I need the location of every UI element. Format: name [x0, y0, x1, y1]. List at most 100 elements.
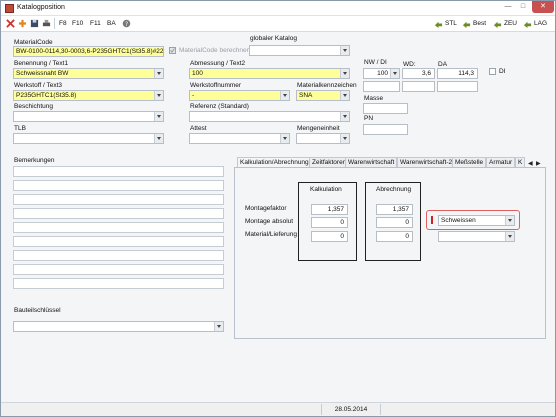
wd-extra-field[interactable]	[402, 81, 435, 92]
lag-arrow-icon	[523, 21, 532, 28]
werkstoff-label: Werkstoff / Text3	[14, 82, 63, 89]
material-lieferung-abrechnung-field[interactable]: 0	[376, 231, 413, 242]
bemerkungen-line[interactable]	[13, 250, 224, 261]
chevron-down-icon[interactable]	[340, 46, 349, 55]
f11-button[interactable]: F11	[90, 20, 101, 27]
chevron-down-icon[interactable]	[280, 91, 289, 100]
materialkennzeichen-select[interactable]: SNA	[296, 90, 350, 101]
chevron-down-icon[interactable]	[154, 69, 163, 78]
montagefaktor-abrechnung-field[interactable]: 1,357	[376, 204, 413, 215]
da-field[interactable]: 114,3	[437, 68, 478, 79]
window-title: Katalogposition	[17, 4, 65, 11]
globaler-katalog-select[interactable]	[249, 45, 350, 56]
werkstoff-select[interactable]: P235GHTC1(St35.8)	[13, 90, 164, 101]
benennung-value: Schweissnaht BW	[16, 70, 69, 77]
chevron-down-icon[interactable]	[340, 134, 349, 143]
chevron-down-icon[interactable]	[505, 232, 514, 241]
pn-label: PN	[364, 115, 374, 122]
stl-button[interactable]: STL	[445, 20, 457, 27]
tlb-select[interactable]	[13, 133, 164, 144]
benennung-select[interactable]: Schweissnaht BW	[13, 68, 164, 79]
werkstoffnummer-value: -	[192, 92, 195, 99]
chevron-down-icon[interactable]	[340, 91, 349, 100]
globaler-katalog-label: globaler Katalog	[250, 35, 297, 42]
kalkulation-title: Kalkulation	[310, 186, 342, 193]
nw-di-select[interactable]: 100	[363, 68, 400, 79]
minimize-button[interactable]: —	[501, 1, 515, 13]
montagefaktor-kalkulation-field[interactable]: 1,357	[311, 204, 348, 215]
material-lieferung-kalkulation-field[interactable]: 0	[311, 231, 348, 242]
best-button[interactable]: Best	[473, 20, 486, 27]
materialcode-label: MaterialCode	[14, 39, 53, 46]
di-checkbox[interactable]	[489, 68, 496, 75]
bemerkungen-line[interactable]	[13, 166, 224, 177]
title-bar: Katalogposition — □ ✕	[1, 1, 555, 16]
status-bar: 28.05.2014	[1, 402, 555, 416]
bemerkungen-line[interactable]	[13, 236, 224, 247]
chevron-down-icon[interactable]	[505, 216, 514, 225]
nw-di-extra-field[interactable]	[363, 81, 400, 92]
chevron-down-icon[interactable]	[154, 134, 163, 143]
save-icon[interactable]	[30, 19, 39, 28]
werkstoffnummer-label: Werkstoffnummer	[190, 82, 242, 89]
bauteilschluessel-label: Bauteilschlüssel	[14, 307, 61, 314]
chevron-down-icon[interactable]	[390, 69, 399, 78]
attest-select[interactable]	[189, 133, 290, 144]
lag-button[interactable]: LAG	[534, 20, 547, 27]
wd-field[interactable]: 3,6	[402, 68, 435, 79]
secondary-select[interactable]	[438, 231, 515, 242]
bemerkungen-line[interactable]	[13, 278, 224, 289]
f8-button[interactable]: F8	[59, 20, 67, 27]
ba-button[interactable]: BA	[107, 20, 116, 27]
werkstoff-value: P235GHTC1(St35.8)	[16, 92, 77, 99]
warning-mark-icon	[431, 216, 433, 224]
add-icon[interactable]	[18, 19, 27, 28]
masse-field[interactable]	[363, 103, 408, 114]
nw-di-label: NW / DI	[364, 59, 387, 66]
chevron-down-icon[interactable]	[280, 134, 289, 143]
tab-scroll-left-icon[interactable]: ◀	[528, 160, 533, 167]
bemerkungen-line[interactable]	[13, 180, 224, 191]
print-icon[interactable]	[42, 19, 51, 28]
bemerkungen-line[interactable]	[13, 208, 224, 219]
tab-scroll-right-icon[interactable]: ▶	[536, 160, 541, 167]
app-icon	[5, 4, 14, 13]
check-icon	[170, 48, 175, 53]
abmessung-select[interactable]: 100	[189, 68, 350, 79]
bemerkungen-line[interactable]	[13, 222, 224, 233]
chevron-down-icon[interactable]	[340, 69, 349, 78]
chevron-down-icon[interactable]	[340, 112, 349, 121]
beschichtung-label: Beschichtung	[14, 103, 54, 110]
bemerkungen-line[interactable]	[13, 194, 224, 205]
werkstoffnummer-select[interactable]: -	[189, 90, 290, 101]
materialcode-berechnen-checkbox[interactable]	[169, 47, 176, 54]
stl-arrow-icon	[434, 21, 443, 28]
chevron-down-icon[interactable]	[154, 91, 163, 100]
maximize-button[interactable]: □	[516, 1, 530, 13]
chevron-down-icon[interactable]	[154, 112, 163, 121]
schweissen-value: Schweissen	[441, 217, 476, 224]
bemerkungen-line[interactable]	[13, 264, 224, 275]
mengeneinheit-select[interactable]	[296, 133, 350, 144]
benennung-label: Benennung / Text1	[14, 60, 69, 67]
wd-label: WD:	[403, 61, 416, 68]
da-label: DA	[438, 61, 448, 68]
help-icon[interactable]: ?	[122, 19, 131, 28]
bauteilschluessel-select[interactable]	[13, 321, 224, 332]
bemerkungen-label: Bemerkungen	[14, 157, 55, 164]
beschichtung-select[interactable]	[13, 111, 164, 122]
close-button[interactable]: ✕	[532, 1, 554, 13]
materialcode-field[interactable]: BW-0100-0114,30-0003,6-P235GHTC1(St35.8)…	[13, 46, 164, 57]
zeu-button[interactable]: ZEU	[504, 20, 517, 27]
chevron-down-icon[interactable]	[214, 322, 223, 331]
da-extra-field[interactable]	[437, 81, 478, 92]
referenz-select[interactable]	[189, 111, 350, 122]
montage-absolut-abrechnung-field[interactable]: 0	[376, 217, 413, 228]
cancel-icon[interactable]	[6, 19, 15, 28]
f10-button[interactable]: F10	[72, 20, 83, 27]
toolbar-separator	[54, 18, 55, 29]
pn-field[interactable]	[363, 124, 408, 135]
montage-absolut-kalkulation-field[interactable]: 0	[311, 217, 348, 228]
toolbar: F8 F10 F11 BA ? STL Best ZEU LAG	[1, 16, 555, 32]
schweissen-select[interactable]: Schweissen	[438, 215, 515, 226]
